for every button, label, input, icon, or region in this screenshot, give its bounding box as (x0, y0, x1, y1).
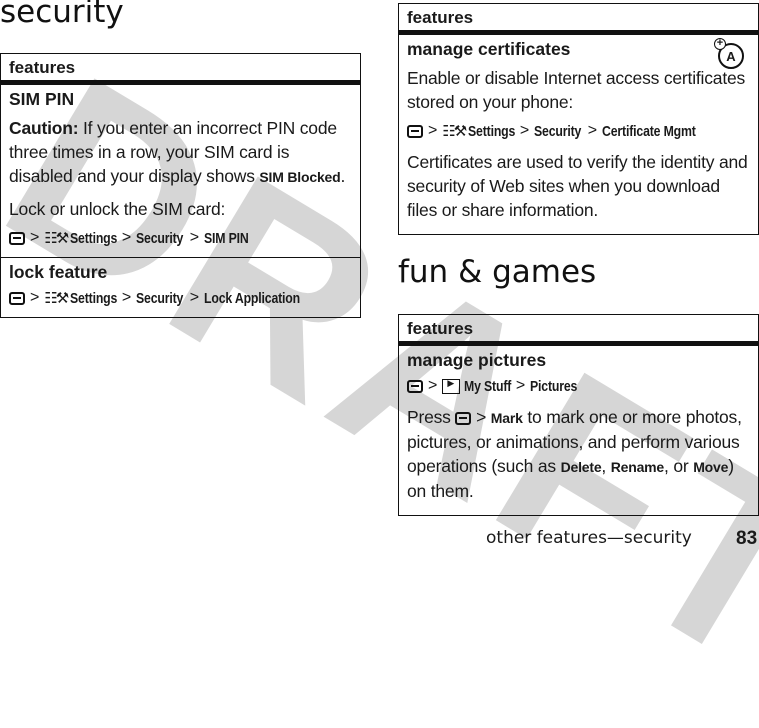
browser-feature-icon: A (714, 38, 744, 69)
pictures-features-table: features manage pictures > My Stuff > Pi… (398, 314, 759, 516)
settings-icon: ☷⚒ (442, 123, 467, 140)
table-row-lock-feature: lock feature > ☷⚒ Settings > Security > … (1, 257, 360, 317)
separator: > (121, 229, 132, 246)
path-item: Certificate Mgmt (602, 122, 696, 140)
path-item: Lock Application (204, 289, 301, 307)
separator: > (587, 122, 598, 139)
section-title-security: security (0, 0, 124, 30)
move-label: Move (693, 459, 729, 475)
separator: > (30, 229, 40, 246)
separator: > (121, 289, 132, 306)
path-item: Pictures (530, 377, 578, 395)
path-item: My Stuff (464, 377, 512, 395)
path-item: Settings (468, 122, 516, 140)
separator: > (428, 122, 438, 139)
page-number: 83 (736, 528, 758, 549)
path-item: SIM PIN (204, 229, 249, 247)
path-item: Settings (70, 229, 118, 247)
menu-key-icon (9, 291, 25, 305)
settings-icon: ☷⚒ (44, 230, 69, 247)
caution-paragraph: Caution: If you enter an incorrect PIN c… (9, 116, 352, 189)
path-item: Security (136, 229, 184, 247)
table-header: features (399, 4, 758, 35)
my-stuff-icon (442, 378, 461, 394)
security-features-table: features SIM PIN Caution: If you enter a… (0, 53, 361, 318)
or-text: , or (664, 456, 694, 476)
path-item: Settings (70, 289, 118, 307)
path-item: Security (136, 289, 184, 307)
separator: > (189, 229, 200, 246)
press-text: Press (407, 407, 451, 427)
table-header: features (1, 54, 360, 85)
menu-path: > ☷⚒ Settings > Security > Lock Applicat… (9, 289, 352, 307)
table-row-sim-pin: SIM PIN Caution: If you enter an incorre… (1, 85, 360, 257)
menu-path: > ☷⚒ Settings > Security > SIM PIN (9, 229, 352, 247)
sim-blocked-label: SIM Blocked (259, 169, 341, 185)
intro-text: Enable or disable Internet access certif… (407, 68, 746, 112)
press-paragraph: Press > Mark to mark one or more photos,… (407, 405, 750, 503)
period: . (340, 166, 346, 186)
separator: > (428, 377, 438, 394)
menu-key-icon (9, 231, 25, 245)
instruction-text: Lock or unlock the SIM card: (9, 199, 226, 219)
row-title: SIM PIN (9, 89, 75, 109)
table-row-manage-certificates: manage certificates A Enable or disable … (399, 35, 758, 234)
settings-icon: ☷⚒ (44, 290, 69, 307)
menu-path: > My Stuff > Pictures (407, 377, 750, 395)
rename-label: Rename (610, 459, 665, 475)
menu-key-icon (407, 379, 423, 393)
mark-label: Mark (490, 410, 523, 426)
menu-path: > ☷⚒ Settings > Security > Certificate M… (407, 122, 750, 140)
section-title-fun-games: fun & games (398, 254, 597, 290)
row-title: manage pictures (407, 350, 547, 370)
path-item: Security (534, 122, 582, 140)
row-title: manage certificates (407, 39, 571, 59)
delete-label: Delete (560, 459, 602, 475)
table-header: features (399, 315, 758, 346)
separator: > (519, 122, 530, 139)
separator: > (476, 407, 487, 427)
menu-key-icon (407, 124, 423, 138)
separator: > (515, 377, 526, 394)
row-title: lock feature (9, 262, 108, 282)
comma: , (601, 456, 611, 476)
separator: > (189, 289, 200, 306)
footer-text: other features—security (486, 528, 692, 548)
caution-label: Caution: (9, 118, 79, 138)
menu-key-icon (455, 411, 472, 425)
certificates-features-table: features manage certificates A Enable or… (398, 3, 759, 235)
table-row-manage-pictures: manage pictures > My Stuff > Pictures Pr… (399, 346, 758, 515)
separator: > (30, 289, 40, 306)
note-text: Certificates are used to verify the iden… (407, 152, 748, 220)
